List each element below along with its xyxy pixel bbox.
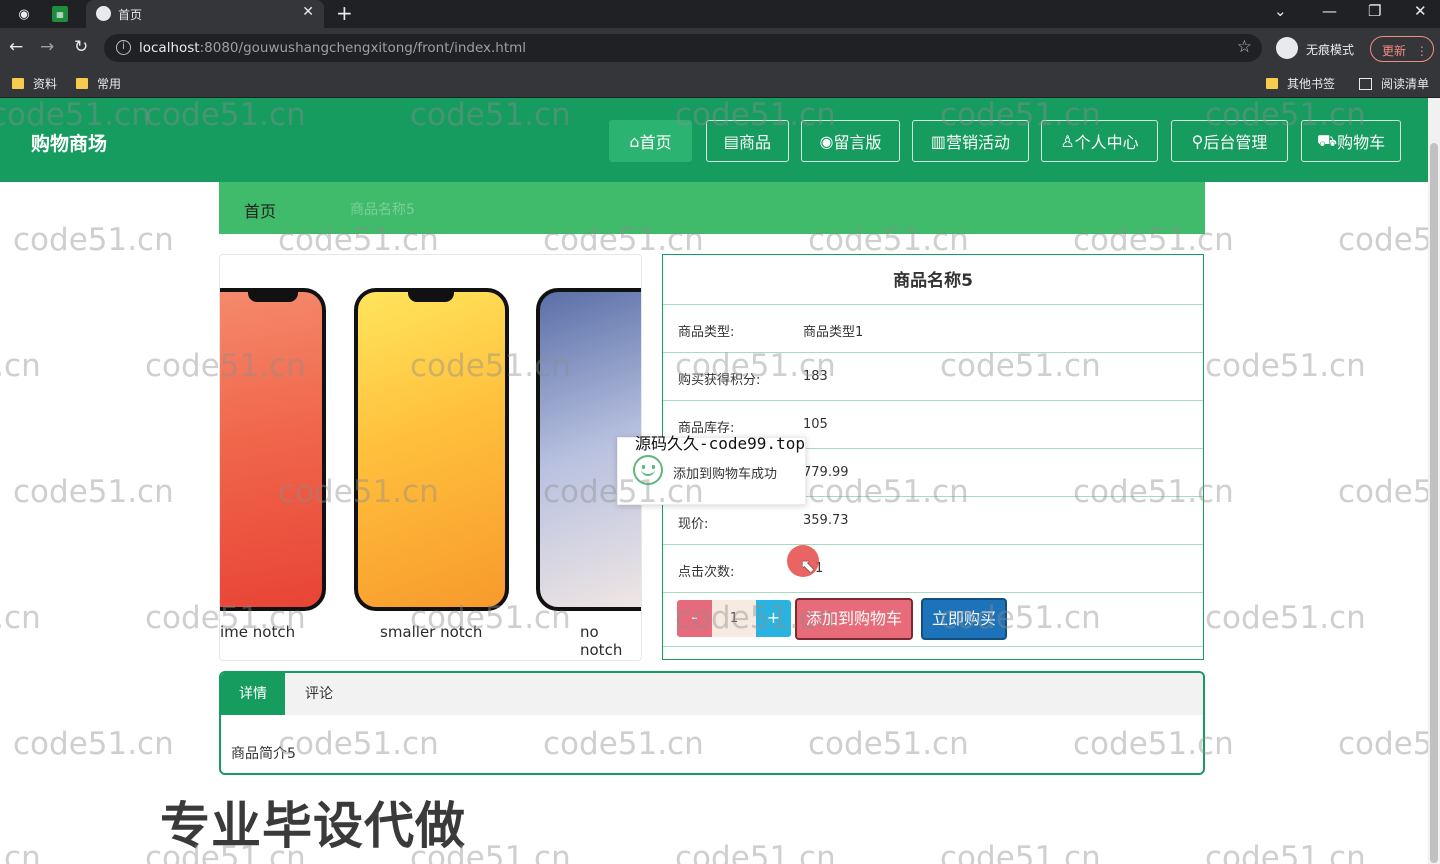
image-label: no notch bbox=[580, 623, 623, 659]
incognito-label: 无痕模式 bbox=[1306, 43, 1355, 57]
site-header: 购物商场 ⌂ 首页 ▤ 商品 ◉ 留言版 ▥ 营销活动 ♙ 个人中心 ⚲ 后台管理 ⛟ 购物车 bbox=[0, 98, 1428, 182]
reload-icon[interactable]: ↻ bbox=[74, 37, 88, 57]
tabs-header: 详情 评论 bbox=[221, 673, 1203, 715]
product-image[interactable]: ime notch smaller notch no notch bbox=[219, 254, 642, 661]
nav-message-board[interactable]: ◉ 留言版 bbox=[801, 120, 900, 162]
watermark: code51.cn bbox=[13, 474, 174, 510]
tab-favicon-icon bbox=[96, 6, 111, 21]
watermark: code51.cn bbox=[1338, 726, 1440, 762]
bookmark-star-icon[interactable]: ☆ bbox=[1237, 37, 1252, 57]
tab-title: 首页 bbox=[118, 8, 143, 22]
bookmark-folder-ziliao[interactable]: 资料 bbox=[12, 75, 57, 92]
product-intro: 商品简介5 bbox=[231, 746, 296, 762]
toast-text: 添加到购物车成功 bbox=[673, 467, 778, 482]
quantity-stepper: - + bbox=[677, 600, 791, 637]
image-label: smaller notch bbox=[380, 623, 483, 641]
source-overlay-text: 源码久久-code99.top bbox=[635, 434, 805, 453]
watermark: code51.cn bbox=[0, 840, 41, 864]
url-text[interactable]: localhost:8080/gouwushangchengxitong/fro… bbox=[139, 40, 526, 56]
site-info-icon[interactable]: i bbox=[116, 40, 131, 55]
info-row-points: 购买获得积分: 183 bbox=[663, 353, 1203, 401]
forward-icon[interactable]: → bbox=[40, 37, 54, 57]
quantity-minus-button[interactable]: - bbox=[677, 600, 712, 637]
tab-detail[interactable]: 详情 bbox=[221, 673, 285, 715]
buy-now-button[interactable]: 立即购买 bbox=[921, 598, 1007, 640]
nav-goods[interactable]: ▤ 商品 bbox=[706, 120, 789, 162]
breadcrumb-home[interactable]: 首页 bbox=[244, 198, 276, 222]
new-tab-icon[interactable]: + bbox=[336, 1, 353, 25]
watermark: code51.cn bbox=[1338, 222, 1440, 258]
nav-personal-center[interactable]: ♙ 个人中心 bbox=[1041, 120, 1158, 162]
image-label: ime notch bbox=[220, 623, 296, 641]
detail-tabs: 详情 评论 商品简介5 bbox=[219, 671, 1205, 775]
nav-cart[interactable]: ⛟ 购物车 bbox=[1301, 120, 1401, 162]
link-icon: ⚲ bbox=[1191, 131, 1204, 151]
incognito-icon[interactable] bbox=[1276, 37, 1298, 59]
reading-list-icon bbox=[1359, 77, 1372, 90]
back-icon[interactable]: ← bbox=[9, 37, 23, 57]
scrollbar-thumb[interactable] bbox=[1430, 143, 1438, 863]
smile-icon bbox=[633, 455, 663, 485]
mouse-cursor-icon: ⬉ bbox=[800, 556, 816, 577]
activity-icon: ▥ bbox=[930, 131, 947, 151]
phone-red bbox=[220, 288, 326, 611]
bookmarks-bar: 资料 常用 其他书签 阅读清单 bbox=[0, 68, 1440, 98]
watermark: code51.cn bbox=[13, 222, 174, 258]
nav-marketing[interactable]: ▥ 营销活动 bbox=[912, 120, 1029, 162]
goods-icon: ▤ bbox=[723, 131, 740, 151]
promo-overlay-text: 专业毕设代做 bbox=[160, 797, 466, 855]
folder-icon bbox=[1266, 78, 1278, 89]
info-row-clicks: 点击次数: 1 bbox=[663, 545, 1203, 593]
watermark: code51.cn bbox=[1205, 840, 1366, 864]
watermark: code51.cn bbox=[0, 600, 41, 636]
tab-close-icon[interactable]: ✕ bbox=[302, 4, 314, 20]
home-icon: ⌂ bbox=[629, 131, 640, 151]
phone-yellow bbox=[354, 288, 509, 611]
breadcrumb-current: 商品名称5 bbox=[350, 202, 415, 218]
browser-app-icon[interactable]: ◉ bbox=[14, 4, 34, 24]
browser-toolbar: ← → ↻ i localhost:8080/gouwushangchengxi… bbox=[0, 28, 1440, 68]
quantity-plus-button[interactable]: + bbox=[756, 600, 791, 637]
tab-search-icon[interactable]: ⌄ bbox=[1274, 2, 1287, 20]
tab-comment[interactable]: 评论 bbox=[305, 673, 333, 715]
browser-tabbar: ◉ ▦ 首页 ✕ + ⌄ — ❐ ✕ bbox=[0, 0, 1440, 28]
watermark: code51.cn bbox=[13, 726, 174, 762]
message-icon: ◉ bbox=[819, 131, 834, 151]
bookmark-folder-changyong[interactable]: 常用 bbox=[76, 75, 121, 92]
browser-tab[interactable]: 首页 ✕ bbox=[86, 0, 324, 28]
reading-list[interactable]: 阅读清单 bbox=[1359, 75, 1429, 92]
add-to-cart-button[interactable]: 添加到购物车 bbox=[795, 598, 913, 640]
cart-icon: ⛟ bbox=[1316, 130, 1338, 150]
page-scrollbar[interactable] bbox=[1428, 98, 1440, 864]
nav-home[interactable]: ⌂ 首页 bbox=[609, 120, 692, 162]
info-row-type: 商品类型: 商品类型1 bbox=[663, 305, 1203, 353]
user-icon: ♙ bbox=[1060, 131, 1075, 151]
quantity-input[interactable] bbox=[712, 600, 756, 637]
watermark: code51.cn bbox=[1205, 348, 1366, 384]
menu-dots-icon: ⋮ bbox=[1415, 44, 1428, 58]
close-window-icon[interactable]: ✕ bbox=[1414, 2, 1427, 20]
folder-icon bbox=[76, 78, 88, 89]
watermark: code51.cn bbox=[0, 348, 41, 384]
breadcrumb: 首页 商品名称5 bbox=[219, 182, 1205, 234]
update-button[interactable]: 更新 ⋮ bbox=[1370, 36, 1434, 62]
restore-icon[interactable]: ❐ bbox=[1368, 2, 1381, 20]
minimize-icon[interactable]: — bbox=[1322, 2, 1337, 20]
watermark: code51.cn bbox=[675, 840, 836, 864]
watermark: code51.cn bbox=[940, 840, 1101, 864]
address-bar[interactable]: i localhost:8080/gouwushangchengxitong/f… bbox=[104, 34, 1262, 62]
folder-icon bbox=[12, 78, 24, 89]
nav-admin[interactable]: ⚲ 后台管理 bbox=[1171, 120, 1288, 162]
product-name: 商品名称5 bbox=[663, 255, 1203, 305]
site-logo[interactable]: 购物商场 bbox=[31, 129, 107, 156]
bookmark-other[interactable]: 其他书签 bbox=[1266, 75, 1335, 92]
watermark: code51.cn bbox=[1338, 474, 1440, 510]
watermark: code51.cn bbox=[1205, 600, 1366, 636]
sheets-app-icon[interactable]: ▦ bbox=[52, 6, 68, 22]
